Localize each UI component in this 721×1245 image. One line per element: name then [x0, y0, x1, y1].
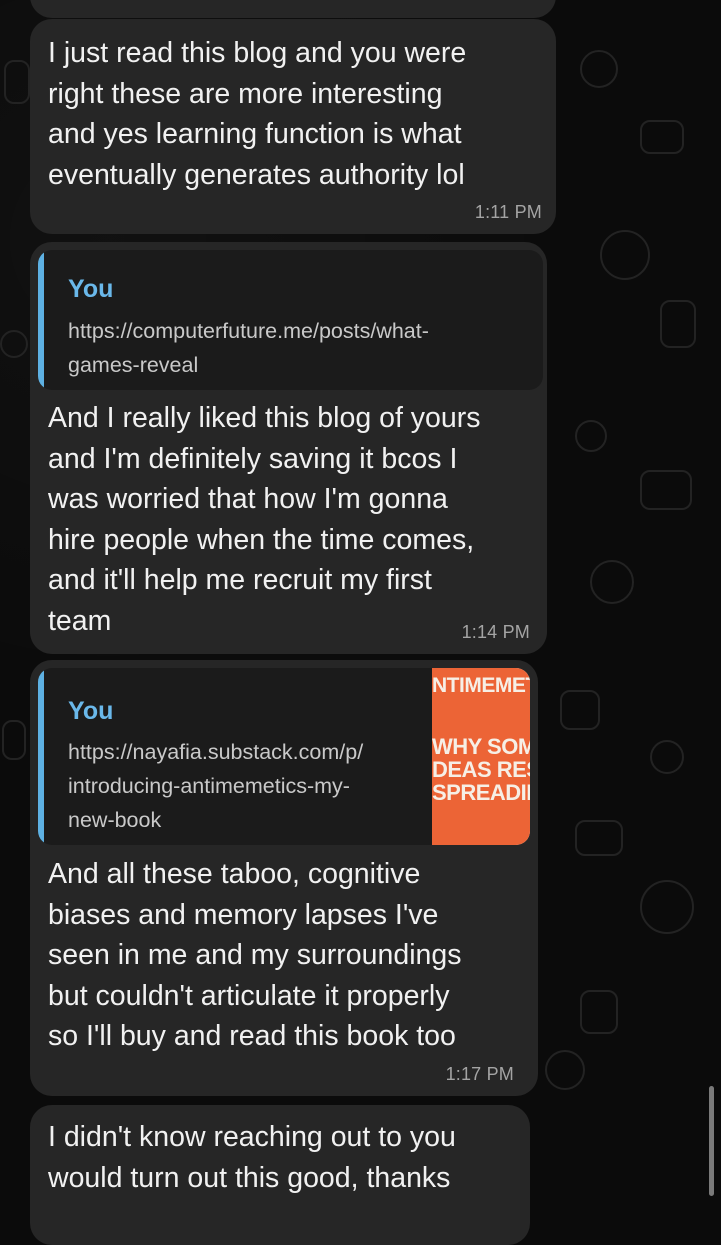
wallpaper-doodle	[600, 230, 650, 280]
message-bubble[interactable]: You https://computerfuture.me/posts/what…	[30, 242, 547, 654]
wallpaper-doodle	[640, 120, 684, 154]
quote-author: You	[68, 697, 114, 725]
message-bubble[interactable]: I didn't know reaching out to you would …	[30, 1105, 530, 1245]
wallpaper-doodle	[660, 300, 696, 348]
quote-link[interactable]: https://computerfuture.me/posts/what- ga…	[68, 314, 429, 382]
message-timestamp: 1:11 PM	[474, 202, 542, 222]
scrollbar[interactable]	[709, 1086, 714, 1196]
wallpaper-doodle	[2, 720, 26, 760]
message-timestamp: 1:14 PM	[461, 622, 530, 642]
wallpaper-doodle	[640, 470, 692, 510]
message-bubble[interactable]: I just read this blog and you were right…	[30, 19, 556, 234]
wallpaper-doodle	[575, 420, 607, 452]
message-text: And all these taboo, cognitive biases an…	[48, 858, 462, 1052]
previous-message-bubble[interactable]	[30, 0, 556, 18]
wallpaper-doodle	[4, 60, 30, 104]
message-bubble[interactable]: You https://nayafia.substack.com/p/ intr…	[30, 660, 538, 1096]
wallpaper-doodle	[560, 690, 600, 730]
message-text: And I really liked this blog of yours an…	[48, 402, 481, 637]
book-cover: NTIMEMET WHY SOM DEAS RES SPREADIN	[432, 668, 530, 845]
message-text: I just read this blog and you were right…	[48, 37, 467, 191]
link-preview-thumbnail[interactable]: NTIMEMET WHY SOM DEAS RES SPREADIN	[432, 668, 530, 845]
quote-author: You	[68, 275, 114, 303]
message-text: I didn't know reaching out to you would …	[48, 1121, 456, 1194]
quote-accent-bar	[38, 250, 44, 390]
wallpaper-doodle	[575, 820, 623, 856]
message-timestamp: 1:17 PM	[445, 1064, 514, 1084]
quote-link[interactable]: https://nayafia.substack.com/p/ introduc…	[68, 735, 363, 837]
wallpaper-doodle	[580, 990, 618, 1034]
wallpaper-doodle	[0, 330, 28, 358]
wallpaper-doodle	[545, 1050, 585, 1090]
wallpaper-doodle	[590, 560, 634, 604]
book-cover-text: SPREADIN	[432, 780, 530, 805]
wallpaper-doodle	[650, 740, 684, 774]
wallpaper-doodle	[640, 880, 694, 934]
book-cover-text: NTIMEMET	[432, 674, 530, 697]
wallpaper-doodle	[580, 50, 618, 88]
quote-accent-bar	[38, 668, 44, 845]
reply-quote[interactable]: You https://nayafia.substack.com/p/ intr…	[38, 668, 530, 845]
reply-quote[interactable]: You https://computerfuture.me/posts/what…	[38, 250, 543, 390]
